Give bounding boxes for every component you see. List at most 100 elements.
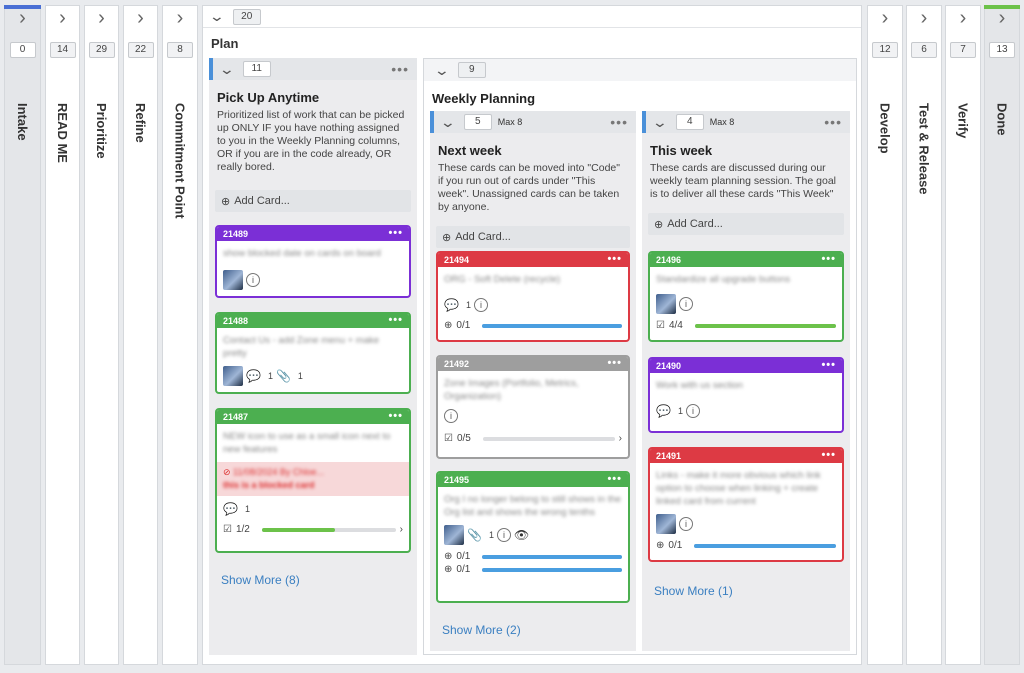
card-21488[interactable]: 21488 ••• Contact Us - add Zone menu + ma…	[215, 312, 411, 394]
avatar[interactable]	[444, 525, 464, 545]
column-refine[interactable]: › 22 Refine	[123, 5, 158, 665]
info-icon[interactable]: i	[679, 517, 693, 531]
chevron-right-icon[interactable]: ›	[619, 433, 622, 444]
chevron-right-icon[interactable]: ›	[124, 6, 157, 36]
card-21495[interactable]: 21495 ••• Org I no longer belong to still…	[436, 471, 630, 603]
avatar[interactable]	[656, 514, 676, 534]
avatar[interactable]	[223, 366, 243, 386]
progress-fill	[482, 567, 622, 572]
column-read-me[interactable]: › 14 READ ME	[45, 5, 80, 665]
more-icon[interactable]: •••	[824, 114, 842, 130]
attachment-count: 1	[488, 530, 494, 540]
info-icon[interactable]: i	[685, 404, 700, 418]
card-count: 4	[675, 114, 704, 130]
chevron-right-icon[interactable]: ›	[163, 6, 197, 36]
column-develop[interactable]: › 12 Develop	[867, 5, 903, 665]
card-21494[interactable]: 21494 ••• ORG - Soft Delete (recycle) 💬 1 i…	[436, 251, 630, 342]
more-icon[interactable]: •••	[821, 253, 836, 266]
more-icon[interactable]: •••	[391, 61, 409, 77]
column-verify[interactable]: › 7 Verify	[945, 5, 981, 665]
blocked-banner: ⊘ 11/08/2024 By Chloe... this is a block…	[217, 462, 409, 496]
chevron-down-icon[interactable]: ⌄	[434, 62, 450, 79]
info-icon[interactable]: i	[246, 273, 260, 287]
info-icon[interactable]: i	[444, 409, 458, 423]
card-header: 21494 •••	[438, 253, 628, 267]
attachment-icon[interactable]: 📎	[276, 369, 291, 383]
add-card-button[interactable]: ⊕ Add Card...	[436, 226, 630, 248]
eye-icon[interactable]: 👁	[514, 528, 529, 542]
chevron-right-icon[interactable]: ›	[946, 6, 980, 36]
avatar[interactable]	[656, 294, 676, 314]
chevron-right-icon[interactable]: ›	[46, 6, 79, 36]
wip-limit: Max 8	[497, 117, 523, 127]
column-title: Verify	[955, 103, 971, 139]
column-test-release[interactable]: › 6 Test & Release	[906, 5, 942, 665]
chevron-right-icon[interactable]: ›	[985, 6, 1019, 36]
arrow-down-circle-icon: ⊕	[444, 551, 453, 562]
info-icon[interactable]: i	[679, 297, 693, 311]
add-card-button[interactable]: ⊕ Add Card...	[648, 213, 844, 235]
more-icon[interactable]: •••	[607, 473, 622, 486]
show-more-button[interactable]: Show More (2)	[442, 623, 521, 637]
card-title: Links - make it more obvious which link …	[656, 470, 821, 507]
column-prioritize[interactable]: › 29 Prioritize	[84, 5, 119, 665]
column-done[interactable]: › 13 Done	[984, 5, 1020, 665]
comment-icon[interactable]: 💬	[656, 404, 671, 418]
lane-header: ⌄ 5 Max 8 •••	[430, 111, 636, 133]
card-21490[interactable]: 21490 ••• Work with us section 💬 1 i	[648, 357, 844, 433]
card-21492[interactable]: 21492 ••• Zone Images (Portfolio, Metrics…	[436, 355, 630, 459]
info-icon[interactable]: i	[473, 298, 488, 312]
card-21487[interactable]: 21487 ••• NEW icon to use as a small icon…	[215, 408, 411, 553]
card-footer: i	[444, 409, 622, 423]
chevron-down-icon[interactable]: ⌄	[219, 61, 235, 78]
comment-icon[interactable]: 💬	[246, 369, 261, 383]
more-icon[interactable]: •••	[388, 314, 403, 327]
card-count: 8	[167, 42, 193, 58]
chevron-right-icon[interactable]: ›	[907, 6, 941, 36]
more-icon[interactable]: •••	[607, 253, 622, 266]
comment-icon[interactable]: 💬	[223, 502, 238, 516]
lane-accent	[209, 58, 213, 80]
card-21496[interactable]: 21496 ••• Standardize all upgrade buttons…	[648, 251, 844, 342]
chevron-down-icon[interactable]: ⌄	[652, 114, 668, 131]
chevron-right-icon[interactable]: ›	[85, 6, 118, 36]
avatar[interactable]	[223, 270, 243, 290]
card-title: Work with us section	[656, 380, 743, 391]
show-more-button[interactable]: Show More (8)	[221, 573, 300, 587]
card-count: 9	[457, 62, 486, 78]
card-footer: 📎 1 i 👁	[444, 525, 622, 545]
more-icon[interactable]: •••	[610, 114, 628, 130]
more-icon[interactable]: •••	[821, 359, 836, 372]
more-icon[interactable]: •••	[388, 410, 403, 423]
chevron-down-icon[interactable]: ⌄	[209, 8, 225, 25]
progress-bar	[482, 323, 622, 328]
card-21491[interactable]: 21491 ••• Links - make it more obvious wh…	[648, 447, 844, 562]
comment-icon[interactable]: 💬	[444, 298, 459, 312]
chevron-right-icon[interactable]: ›	[400, 524, 403, 535]
more-icon[interactable]: •••	[607, 357, 622, 370]
lane-accent	[430, 111, 434, 133]
column-commitment-point[interactable]: › 8 Commitment Point	[162, 5, 198, 665]
arrow-up-circle-icon: ⊕	[444, 320, 453, 331]
lane-title: This week	[650, 143, 713, 158]
card-progress: ⊕ 0/1	[444, 564, 622, 575]
card-footer: 💬 1	[223, 502, 403, 516]
progress-label: 0/1	[456, 551, 471, 562]
progress-bar	[482, 567, 622, 572]
card-title: Contact Us - add Zone menu + make pretty	[223, 335, 380, 359]
card-21489[interactable]: 21489 ••• show blocked date on cards on b…	[215, 225, 411, 298]
column-accent	[984, 5, 1020, 9]
more-icon[interactable]: •••	[821, 449, 836, 462]
lane-description: Prioritized list of work that can be pic…	[217, 109, 405, 173]
card-header: 21495 •••	[438, 473, 628, 487]
info-icon[interactable]: i	[496, 528, 511, 542]
chevron-right-icon[interactable]: ›	[5, 6, 40, 36]
show-more-button[interactable]: Show More (1)	[654, 584, 733, 598]
chevron-down-icon[interactable]: ⌄	[440, 114, 456, 131]
comment-count: 1	[244, 504, 250, 514]
chevron-right-icon[interactable]: ›	[868, 6, 902, 36]
add-card-button[interactable]: ⊕ Add Card...	[215, 190, 411, 212]
column-intake[interactable]: › 0 Intake	[4, 5, 41, 665]
more-icon[interactable]: •••	[388, 227, 403, 240]
attachment-icon[interactable]: 📎	[467, 528, 482, 542]
